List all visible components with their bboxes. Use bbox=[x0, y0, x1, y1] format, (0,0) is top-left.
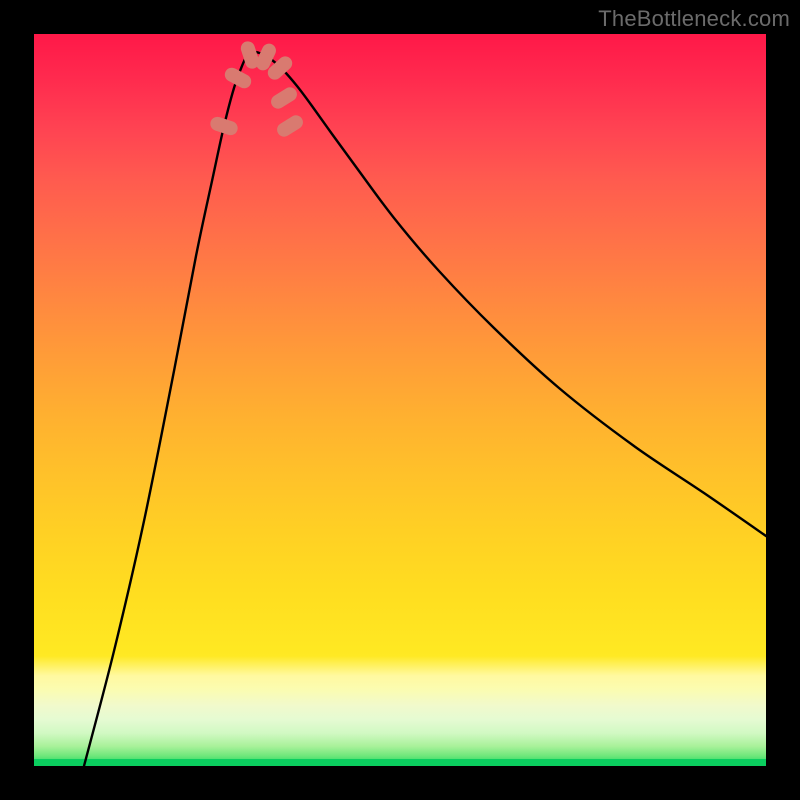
curve-path bbox=[84, 52, 766, 766]
bottleneck-curve bbox=[34, 34, 766, 766]
watermark-label: TheBottleneck.com bbox=[598, 6, 790, 32]
chart-frame: TheBottleneck.com bbox=[0, 0, 800, 800]
curve-marker bbox=[222, 65, 253, 91]
plot-area bbox=[34, 34, 766, 766]
curve-markers bbox=[209, 40, 306, 140]
curve-marker bbox=[268, 85, 299, 112]
curve-marker bbox=[209, 115, 240, 137]
curve-marker bbox=[274, 113, 305, 140]
